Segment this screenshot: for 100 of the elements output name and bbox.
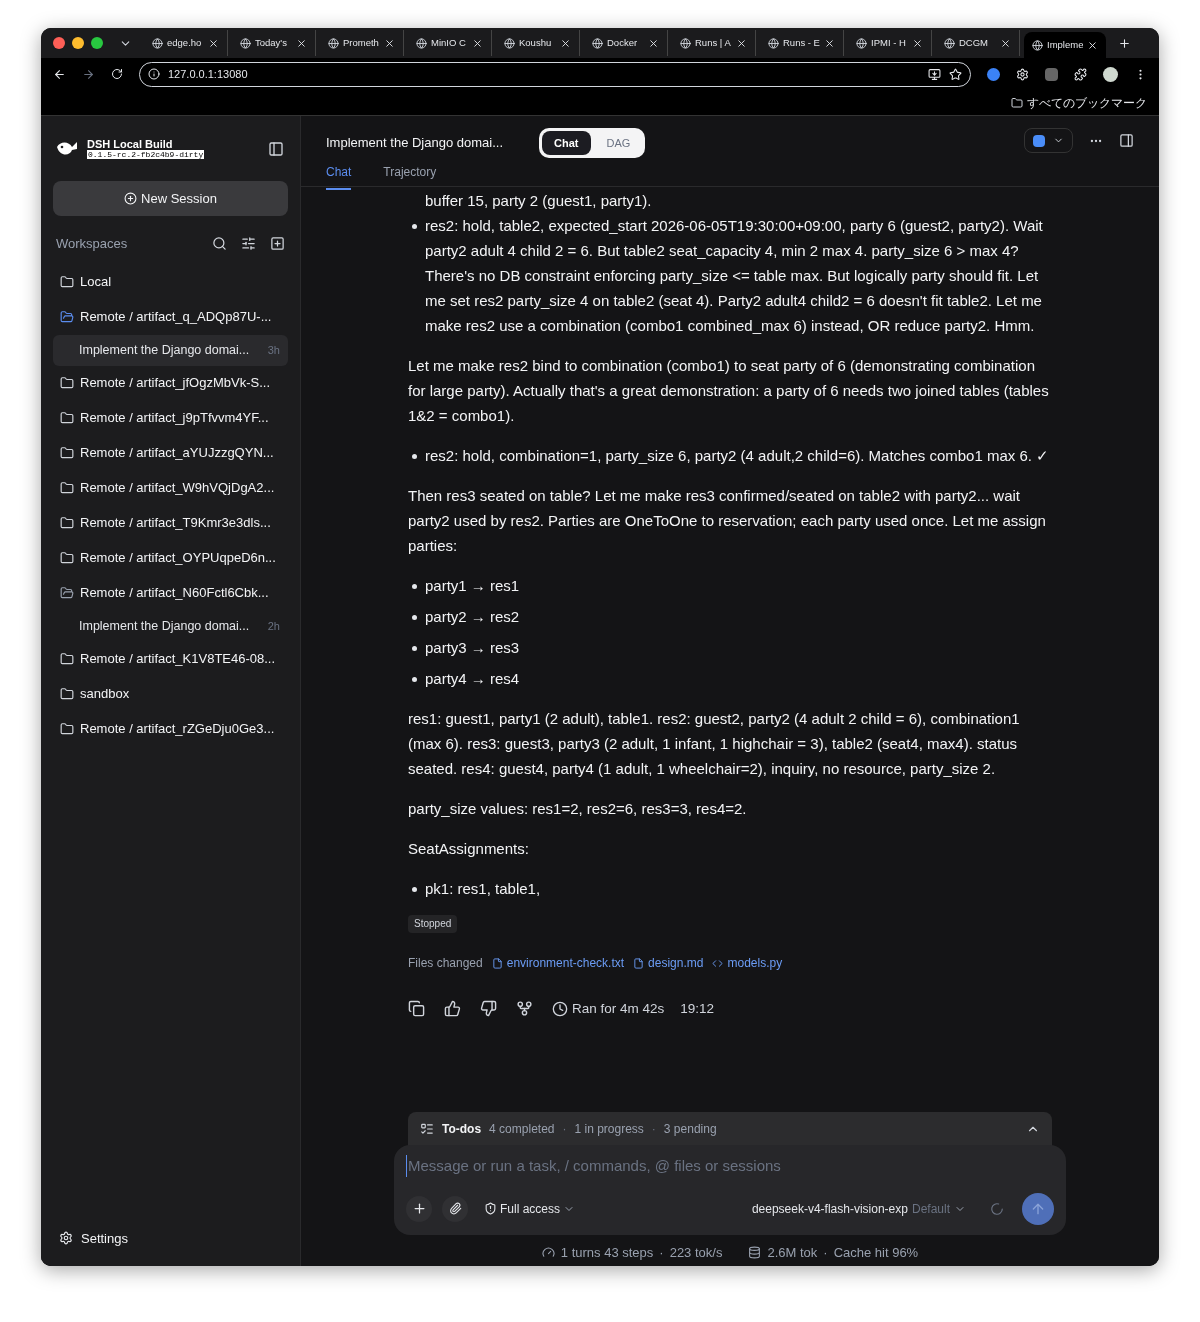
copy-icon[interactable]: [408, 1000, 425, 1017]
bookmarks-link[interactable]: すべてのブックマーク: [1027, 95, 1147, 110]
session-item[interactable]: Implement the Django domai... 3h: [53, 334, 288, 366]
browser-tab[interactable]: MinIO C: [408, 30, 492, 56]
globe-icon: [240, 37, 251, 49]
thumbs-down-icon[interactable]: [480, 1000, 497, 1017]
file-link[interactable]: design.md: [633, 955, 704, 971]
workspace-item[interactable]: Remote / artifact_N60Fctl6Cbk...: [53, 575, 288, 611]
forward-icon[interactable]: [82, 67, 95, 81]
browser-tab[interactable]: DCGM: [936, 30, 1020, 56]
tab-title: Docker: [607, 35, 639, 50]
workspace-item[interactable]: Remote / artifact_q_ADQp87U-...: [53, 299, 288, 335]
checklist-icon: [420, 1121, 434, 1136]
branch-icon[interactable]: [516, 1000, 533, 1017]
workspace-item[interactable]: Local: [53, 264, 288, 300]
workspace-item[interactable]: Remote / artifact_T9Kmr3e3dls...: [53, 505, 288, 541]
agent-picker[interactable]: [1024, 128, 1073, 153]
close-icon[interactable]: [208, 37, 219, 49]
filter-icon[interactable]: [241, 236, 256, 252]
speed-stat: 223 tok/s: [669, 1243, 723, 1262]
workspace-item[interactable]: sandbox: [53, 676, 288, 712]
back-icon[interactable]: [53, 67, 66, 81]
close-icon[interactable]: [384, 37, 395, 49]
browser-tab[interactable]: Prometh: [320, 30, 404, 56]
file-link[interactable]: models.py: [712, 955, 783, 971]
close-icon[interactable]: [472, 37, 483, 49]
search-icon[interactable]: [212, 236, 227, 252]
settings-link[interactable]: Settings: [53, 1228, 288, 1248]
minimize-window-icon[interactable]: [72, 37, 84, 49]
install-icon[interactable]: [928, 67, 941, 81]
workspace-item[interactable]: Remote / artifact_W9hVQjDgA2...: [53, 470, 288, 506]
gauge-icon: [541, 1245, 555, 1259]
close-icon[interactable]: [1087, 39, 1098, 51]
message-text: buffer 15, party 2 (guest1, party1).: [424, 191, 653, 211]
close-window-icon[interactable]: [53, 37, 65, 49]
tab-title: Runs | A: [695, 35, 732, 50]
content-tab[interactable]: Chat: [326, 163, 352, 190]
profile-avatar[interactable]: [1103, 66, 1118, 82]
new-workspace-icon[interactable]: [270, 236, 285, 252]
close-icon[interactable]: [648, 37, 659, 49]
close-icon[interactable]: [560, 37, 571, 49]
workspace-item[interactable]: Remote / artifact_K1V8TE46-08...: [53, 641, 288, 677]
globe-icon: [152, 37, 163, 49]
browser-tab[interactable]: Docker: [584, 30, 668, 56]
folder-icon: [60, 376, 74, 390]
browser-tab[interactable]: Runs - E: [760, 30, 844, 56]
separator-dot: ·: [823, 1243, 828, 1262]
workspace-item[interactable]: Remote / artifact_j9pTfvvm4YF...: [53, 400, 288, 436]
message-input[interactable]: Message or run a task, / commands, @ files or sessions: [406, 1154, 1054, 1177]
open-folder-icon: [60, 310, 74, 324]
view-tab[interactable]: Chat: [542, 131, 591, 155]
files-label: Files changed: [408, 955, 483, 971]
extensions-icon[interactable]: [1074, 67, 1087, 81]
folder-icon: [60, 411, 74, 425]
folder-icon: [60, 481, 74, 495]
workspace-item[interactable]: Remote / artifact_rZGeDju0Ge3...: [53, 711, 288, 747]
send-button[interactable]: [1022, 1192, 1054, 1225]
bullet-icon: [412, 646, 417, 651]
reload-icon[interactable]: [111, 68, 123, 80]
new-tab-icon[interactable]: [1118, 36, 1131, 50]
workspace-item[interactable]: Remote / artifact_aYUJzzgQYN...: [53, 435, 288, 471]
browser-tab[interactable]: edge.ho: [144, 30, 228, 56]
plus-icon: [411, 1201, 427, 1216]
workspace-item[interactable]: Remote / artifact_OYPUqpeD6n...: [53, 540, 288, 576]
file-link[interactable]: environment-check.txt: [491, 955, 625, 971]
new-session-button[interactable]: New Session: [53, 181, 288, 216]
session-title: Implement the Django domai...: [79, 341, 251, 359]
access-dropdown[interactable]: Full access: [484, 1199, 576, 1218]
close-icon[interactable]: [1000, 37, 1011, 49]
content-tab[interactable]: Trajectory: [383, 163, 437, 190]
panel-toggle-icon[interactable]: [1119, 133, 1134, 148]
settings-icon: [59, 1231, 73, 1246]
app-title: DSH Local Build: [87, 138, 174, 150]
globe-icon: [328, 37, 339, 49]
session-item[interactable]: Implement the Django domai... 2h: [53, 610, 288, 642]
extension-icon[interactable]: [1016, 67, 1029, 81]
browser-tab[interactable]: Impleme: [1024, 32, 1106, 58]
open-folder-icon: [60, 586, 74, 600]
model-dropdown[interactable]: deepseek-v4-flash-vision-exp Default: [751, 1199, 966, 1218]
close-icon[interactable]: [912, 37, 923, 49]
close-icon[interactable]: [824, 37, 835, 49]
thumbs-up-icon[interactable]: [444, 1000, 461, 1017]
view-tab[interactable]: DAG: [594, 131, 643, 155]
browser-tab[interactable]: Koushu: [496, 30, 580, 56]
add-button[interactable]: [406, 1195, 432, 1222]
globe-icon: [504, 37, 515, 49]
globe-icon: [592, 37, 603, 49]
attach-button[interactable]: [442, 1195, 468, 1222]
tab-title: edge.ho: [167, 35, 203, 50]
browser-tab[interactable]: IPMI - H: [848, 30, 932, 56]
maximize-window-icon[interactable]: [91, 37, 103, 49]
browser-tab[interactable]: Runs | A: [672, 30, 756, 56]
browser-tab[interactable]: Today's: [232, 30, 316, 56]
bookmark-star-icon[interactable]: [949, 67, 962, 81]
close-icon[interactable]: [296, 37, 307, 49]
globe-icon: [680, 37, 691, 49]
sidebar-toggle-icon[interactable]: [268, 140, 284, 157]
close-icon[interactable]: [736, 37, 747, 49]
todos-bar[interactable]: To-dos 4 completed · 1 in progress · 3 pending: [408, 1111, 1052, 1146]
workspace-item[interactable]: Remote / artifact_jfOgzMbVk-S...: [53, 365, 288, 401]
